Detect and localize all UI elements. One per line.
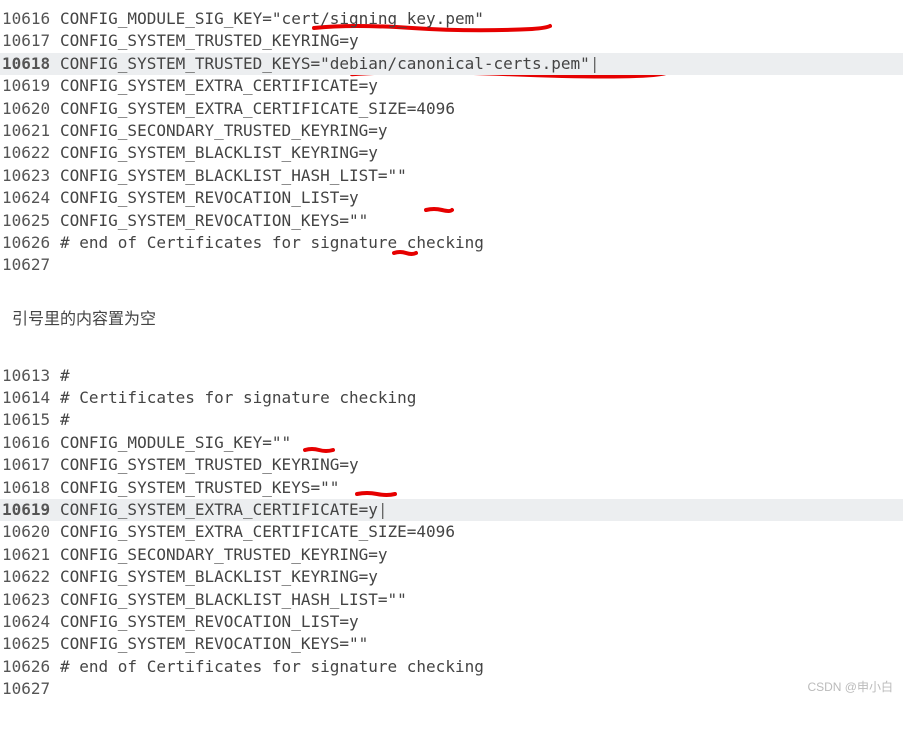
line-number: 10622 <box>2 566 60 588</box>
line-number: 10619 <box>2 499 60 521</box>
code-line: 10618CONFIG_SYSTEM_TRUSTED_KEYS="" <box>0 477 903 499</box>
text-cursor: | <box>590 53 600 75</box>
code-line: 10623CONFIG_SYSTEM_BLACKLIST_HASH_LIST="… <box>0 165 903 187</box>
code-line: 10620CONFIG_SYSTEM_EXTRA_CERTIFICATE_SIZ… <box>0 98 903 120</box>
code-text: CONFIG_SYSTEM_REVOCATION_KEYS="" <box>60 210 368 232</box>
code-line: 10617CONFIG_SYSTEM_TRUSTED_KEYRING=y <box>0 30 903 52</box>
code-text: CONFIG_SYSTEM_TRUSTED_KEYS="debian/canon… <box>60 53 590 75</box>
code-text: CONFIG_SYSTEM_TRUSTED_KEYRING=y <box>60 30 359 52</box>
line-number: 10613 <box>2 365 60 387</box>
line-number: 10617 <box>2 454 60 476</box>
code-text: CONFIG_SYSTEM_EXTRA_CERTIFICATE=y <box>60 75 378 97</box>
line-number: 10616 <box>2 432 60 454</box>
code-line-current: 10619CONFIG_SYSTEM_EXTRA_CERTIFICATE=y| <box>0 499 903 521</box>
line-number: 10620 <box>2 521 60 543</box>
watermark-text: CSDN @申小白 <box>807 678 893 695</box>
code-line: 10614# Certificates for signature checki… <box>0 387 903 409</box>
line-number: 10625 <box>2 210 60 232</box>
code-line: 10625CONFIG_SYSTEM_REVOCATION_KEYS="" <box>0 210 903 232</box>
line-number: 10625 <box>2 633 60 655</box>
code-line: 10617CONFIG_SYSTEM_TRUSTED_KEYRING=y <box>0 454 903 476</box>
code-line: 10622CONFIG_SYSTEM_BLACKLIST_KEYRING=y <box>0 566 903 588</box>
code-text: # <box>60 409 70 431</box>
code-line: 10626# end of Certificates for signature… <box>0 232 903 254</box>
line-number: 10623 <box>2 165 60 187</box>
code-line: 10623CONFIG_SYSTEM_BLACKLIST_HASH_LIST="… <box>0 589 903 611</box>
code-text: CONFIG_SECONDARY_TRUSTED_KEYRING=y <box>60 544 388 566</box>
line-number: 10618 <box>2 477 60 499</box>
code-line: 10616CONFIG_MODULE_SIG_KEY="cert/signing… <box>0 8 903 30</box>
code-line: 10621CONFIG_SECONDARY_TRUSTED_KEYRING=y <box>0 544 903 566</box>
code-line: 10626# end of Certificates for signature… <box>0 656 903 678</box>
code-text: CONFIG_SYSTEM_EXTRA_CERTIFICATE=y <box>60 499 378 521</box>
line-number: 10618 <box>2 53 60 75</box>
line-number: 10626 <box>2 656 60 678</box>
code-line: 10616CONFIG_MODULE_SIG_KEY="" <box>0 432 903 454</box>
code-text: CONFIG_SYSTEM_TRUSTED_KEYRING=y <box>60 454 359 476</box>
code-text: CONFIG_SYSTEM_REVOCATION_KEYS="" <box>60 633 368 655</box>
code-text: CONFIG_SYSTEM_BLACKLIST_KEYRING=y <box>60 142 378 164</box>
line-number: 10626 <box>2 232 60 254</box>
line-number: 10624 <box>2 187 60 209</box>
caption-text: 引号里的内容置为空 <box>12 305 903 329</box>
line-number: 10621 <box>2 120 60 142</box>
code-line: 10627 <box>0 254 903 276</box>
line-number: 10624 <box>2 611 60 633</box>
line-number: 10617 <box>2 30 60 52</box>
line-number: 10620 <box>2 98 60 120</box>
code-text: CONFIG_SYSTEM_BLACKLIST_KEYRING=y <box>60 566 378 588</box>
code-line: 10625CONFIG_SYSTEM_REVOCATION_KEYS="" <box>0 633 903 655</box>
code-line-current: 10618CONFIG_SYSTEM_TRUSTED_KEYS="debian/… <box>0 53 903 75</box>
code-text: CONFIG_SYSTEM_BLACKLIST_HASH_LIST="" <box>60 589 407 611</box>
code-line: 10624CONFIG_SYSTEM_REVOCATION_LIST=y <box>0 187 903 209</box>
code-line: 10620CONFIG_SYSTEM_EXTRA_CERTIFICATE_SIZ… <box>0 521 903 543</box>
code-text: CONFIG_SYSTEM_EXTRA_CERTIFICATE_SIZE=409… <box>60 521 455 543</box>
code-line: 10619CONFIG_SYSTEM_EXTRA_CERTIFICATE=y <box>0 75 903 97</box>
code-text: # end of Certificates for signature chec… <box>60 232 484 254</box>
code-line: 10621CONFIG_SECONDARY_TRUSTED_KEYRING=y <box>0 120 903 142</box>
text-cursor: | <box>378 499 388 521</box>
code-text: CONFIG_MODULE_SIG_KEY="" <box>60 432 291 454</box>
code-line: 10615# <box>0 409 903 431</box>
code-line: 10624CONFIG_SYSTEM_REVOCATION_LIST=y <box>0 611 903 633</box>
code-text: CONFIG_SYSTEM_TRUSTED_KEYS="" <box>60 477 339 499</box>
code-line: 10622CONFIG_SYSTEM_BLACKLIST_KEYRING=y <box>0 142 903 164</box>
line-number: 10616 <box>2 8 60 30</box>
code-text: CONFIG_SYSTEM_BLACKLIST_HASH_LIST="" <box>60 165 407 187</box>
line-number: 10627 <box>2 254 60 276</box>
line-number: 10627 <box>2 678 60 700</box>
code-block-after: 10613# 10614# Certificates for signature… <box>0 365 903 701</box>
line-number: 10622 <box>2 142 60 164</box>
line-number: 10623 <box>2 589 60 611</box>
code-text: CONFIG_SYSTEM_EXTRA_CERTIFICATE_SIZE=409… <box>60 98 455 120</box>
line-number: 10615 <box>2 409 60 431</box>
code-text: # end of Certificates for signature chec… <box>60 656 484 678</box>
code-text: CONFIG_SECONDARY_TRUSTED_KEYRING=y <box>60 120 388 142</box>
code-text: CONFIG_MODULE_SIG_KEY="cert/signing_key.… <box>60 8 484 30</box>
code-text: CONFIG_SYSTEM_REVOCATION_LIST=y <box>60 611 359 633</box>
line-number: 10614 <box>2 387 60 409</box>
code-line: 10627 <box>0 678 903 700</box>
code-line: 10613# <box>0 365 903 387</box>
code-block-before: 10616CONFIG_MODULE_SIG_KEY="cert/signing… <box>0 8 903 277</box>
code-text: CONFIG_SYSTEM_REVOCATION_LIST=y <box>60 187 359 209</box>
line-number: 10621 <box>2 544 60 566</box>
code-text: # Certificates for signature checking <box>60 387 416 409</box>
line-number: 10619 <box>2 75 60 97</box>
code-text: # <box>60 365 70 387</box>
